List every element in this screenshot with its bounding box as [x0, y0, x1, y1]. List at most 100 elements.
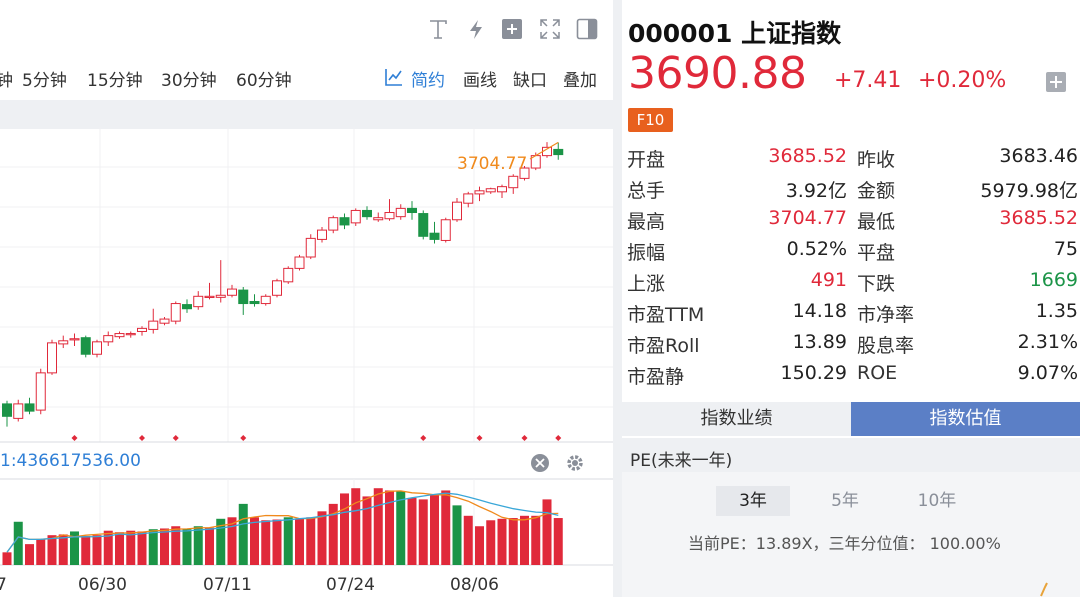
- price-change: +7.41: [834, 68, 902, 93]
- text-tool-icon[interactable]: [425, 16, 451, 42]
- pe-range-3y[interactable]: 3年: [716, 486, 790, 516]
- period-tab-15min[interactable]: 15分钟: [87, 66, 143, 91]
- volume-bar: [261, 520, 271, 565]
- volume-bar: [47, 535, 57, 565]
- volume-bar: [441, 490, 451, 565]
- candle-body: [204, 295, 215, 299]
- candle-body: [328, 217, 339, 231]
- candle-body: [92, 341, 102, 355]
- pe-range-10y[interactable]: 10年: [900, 486, 974, 516]
- volume-bar: [497, 518, 507, 565]
- simple-mode-button[interactable]: 简约: [411, 66, 445, 91]
- period-tab-60min[interactable]: 60分钟: [236, 66, 292, 91]
- volume-bar: [520, 515, 529, 565]
- quote-value: 13.89: [792, 331, 847, 353]
- quote-row: 市盈Roll 13.89 股息率 2.31%: [622, 331, 1080, 361]
- quote-value: 75: [1053, 238, 1078, 260]
- volume-bar: [452, 505, 462, 565]
- volume-bar: [508, 518, 518, 565]
- signal-marker: [139, 435, 145, 441]
- close-volume-icon[interactable]: [531, 454, 549, 472]
- candle-body: [407, 207, 417, 214]
- candle-body: [24, 403, 35, 412]
- candle-body: [137, 327, 147, 332]
- x-axis-label: 07/11: [203, 575, 252, 595]
- candle-body: [305, 237, 316, 258]
- overlay-button[interactable]: 叠加: [563, 66, 597, 91]
- tab-index-performance[interactable]: 指数业绩: [622, 402, 851, 436]
- chart-panel: 钟 5分钟 15分钟 30分钟 60分钟 简约 画线 缺口 叠加 3704.77…: [0, 0, 613, 597]
- candle-body: [485, 188, 496, 193]
- index-name: 上证指数: [741, 19, 842, 48]
- quote-row: 开盘 3685.52 昨收 3683.46: [622, 145, 1080, 175]
- gap-button[interactable]: 缺口: [513, 66, 547, 91]
- volume-bar: [137, 531, 147, 565]
- quote-value: 1.35: [1035, 300, 1078, 322]
- quote-value: 9.07%: [1017, 362, 1078, 384]
- index-tabs: 指数业绩 指数估值: [622, 402, 1080, 436]
- pe-range-5y[interactable]: 5年: [808, 486, 882, 516]
- volume-bar: [373, 488, 383, 565]
- volume-bar: [115, 532, 124, 565]
- candle-body: [125, 333, 136, 336]
- add-indicator-icon[interactable]: [499, 16, 525, 42]
- candle-body: [35, 372, 46, 411]
- x-axis-label: 06/30: [78, 575, 127, 595]
- quote-label: 下跌: [857, 273, 896, 295]
- volume-bar: [25, 544, 34, 565]
- line-chart-icon[interactable]: [384, 67, 404, 87]
- volume-bar: [81, 535, 91, 565]
- candle-body: [418, 213, 429, 237]
- quote-label: 金额: [857, 180, 896, 202]
- chart-toolbar: [0, 0, 613, 56]
- volume-bar: [193, 526, 203, 565]
- candlestick-chart[interactable]: 3704.77 1:436617536.00 7 06/30 07/11 07/24 0…: [0, 127, 613, 597]
- candle-body: [272, 280, 282, 296]
- quote-row: 总手 3.92亿 金额 5979.98亿: [622, 176, 1080, 206]
- candle-body: [58, 340, 69, 345]
- quote-label: 总手: [627, 180, 666, 202]
- candle-body: [497, 186, 507, 193]
- signal-marker: [555, 435, 562, 441]
- lightning-icon[interactable]: [463, 16, 489, 42]
- candle-body: [362, 209, 372, 218]
- settings-gear-icon[interactable]: [567, 455, 583, 471]
- candle-body: [384, 212, 395, 220]
- quote-value: 3704.77: [768, 207, 847, 229]
- quote-row: 最高 3704.77 最低 3685.52: [622, 207, 1080, 237]
- candle-body: [215, 294, 226, 298]
- period-tab-1min[interactable]: 钟: [0, 66, 13, 91]
- candle-body: [80, 337, 91, 355]
- tab-index-valuation[interactable]: 指数估值: [851, 402, 1080, 436]
- signal-marker: [420, 435, 427, 441]
- draw-line-button[interactable]: 画线: [463, 66, 497, 91]
- candle-body: [395, 207, 406, 218]
- candle-body: [350, 209, 361, 224]
- quote-value: 3685.52: [999, 207, 1078, 229]
- candle-body: [159, 318, 170, 324]
- add-watchlist-icon[interactable]: [1046, 72, 1066, 92]
- period-tab-30min[interactable]: 30分钟: [161, 66, 217, 91]
- candle-body: [103, 335, 114, 343]
- volume-bar: [430, 494, 439, 565]
- quote-row: 市盈TTM 14.18 市净率 1.35: [622, 300, 1080, 330]
- period-tab-5min[interactable]: 5分钟: [22, 66, 67, 91]
- sidebar-toggle-icon[interactable]: [574, 16, 600, 42]
- max-price-label: 3704.77: [457, 154, 527, 174]
- volume-bar: [2, 552, 12, 565]
- quote-label: 最低: [857, 211, 896, 233]
- f10-button[interactable]: F10: [628, 108, 673, 132]
- candle-body: [373, 217, 384, 221]
- volume-bar: [182, 529, 192, 565]
- fullscreen-icon[interactable]: [537, 16, 563, 42]
- candle-body: [249, 300, 260, 305]
- quote-value: 1669: [1029, 269, 1078, 291]
- pe-percentile-info: 当前PE：13.89X，三年分位值： 100.00%: [688, 534, 1001, 553]
- quote-label: ROE: [857, 362, 898, 384]
- candle-body: [463, 193, 474, 204]
- volume-bar: [13, 521, 23, 565]
- chart-header-strip: [0, 100, 613, 129]
- index-code: 000001: [628, 19, 733, 48]
- volume-bar: [340, 493, 349, 565]
- signal-marker: [240, 435, 247, 441]
